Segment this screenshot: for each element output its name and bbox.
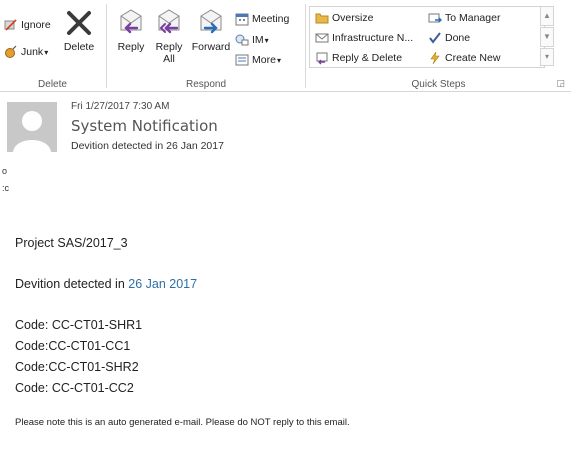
quick-steps-group-label: Quick Steps (411, 79, 466, 90)
more-label: More (252, 54, 276, 66)
devition-date-link[interactable]: 26 Jan 2017 (128, 277, 197, 291)
ribbon: Ignore Junk ▾ Delete Delete Reply Reply … (0, 0, 571, 92)
ignore-label: Ignore (21, 19, 51, 31)
person-icon (7, 102, 57, 152)
reply-all-icon (158, 9, 180, 34)
reply-all-label-line1: Reply (155, 41, 183, 53)
reply-all-label-line2: All (163, 53, 175, 65)
junk-icon (4, 45, 18, 59)
reply-label: Reply (117, 41, 145, 53)
avatar (7, 102, 57, 152)
forward-label: Forward (191, 41, 231, 53)
project-line: Project SAS/2017_3 (15, 236, 128, 250)
delete-group-label: Delete (38, 79, 67, 90)
delete-label: Delete (63, 41, 95, 53)
delete-group: Ignore Junk ▾ Delete Delete (0, 0, 105, 92)
delete-x-icon (67, 11, 91, 35)
im-label: IM (252, 34, 264, 46)
respond-group-label: Respond (185, 79, 227, 90)
ignore-button[interactable]: Ignore (4, 18, 51, 32)
forward-button[interactable]: Forward (189, 8, 233, 53)
reply-all-button[interactable]: Reply All (149, 8, 189, 65)
delete-button[interactable]: Delete (59, 8, 99, 53)
meeting-button[interactable]: Meeting (235, 12, 289, 26)
auto-generated-notice: Please note this is an auto generated e-… (15, 417, 350, 428)
more-button[interactable]: More ▾ (235, 53, 281, 67)
code-line: Code: CC-CT01-CC2 (15, 381, 134, 395)
forward-icon (200, 9, 222, 34)
meeting-label: Meeting (252, 13, 290, 25)
clipped-text: o (2, 166, 8, 176)
quick-steps-group: Quick Steps ◲ (306, 0, 571, 92)
code-line: Code:CC-CT01-CC1 (15, 339, 131, 353)
reply-button[interactable]: Reply (111, 8, 151, 53)
more-respond-icon (235, 53, 249, 67)
clipped-text: :c (2, 183, 10, 193)
dialog-launcher-icon[interactable]: ◲ (556, 78, 565, 89)
junk-button[interactable]: Junk ▾ (4, 45, 48, 59)
instant-message-icon (235, 33, 249, 47)
chevron-down-icon: ▾ (44, 47, 49, 57)
code-line: Code:CC-CT01-SHR2 (15, 360, 139, 374)
respond-group: Reply Reply All Forward Meeting IM ▾ Mor… (107, 0, 305, 92)
chevron-down-icon: ▾ (264, 35, 269, 45)
message-date: Fri 1/27/2017 7:30 AM (71, 101, 170, 112)
junk-label: Junk (21, 46, 44, 58)
devition-line: Devition detected in 26 Jan 2017 (15, 277, 197, 291)
sender-name[interactable]: System Notification (71, 117, 218, 135)
chevron-down-icon: ▾ (276, 55, 281, 65)
calendar-icon (235, 12, 249, 26)
reply-icon (120, 9, 142, 34)
message-subject: Devition detected in 26 Jan 2017 (71, 140, 224, 152)
devition-prefix: Devition detected in (15, 277, 129, 291)
code-line: Code: CC-CT01-SHR1 (15, 318, 143, 332)
ignore-icon (4, 18, 18, 32)
im-button[interactable]: IM ▾ (235, 33, 269, 47)
